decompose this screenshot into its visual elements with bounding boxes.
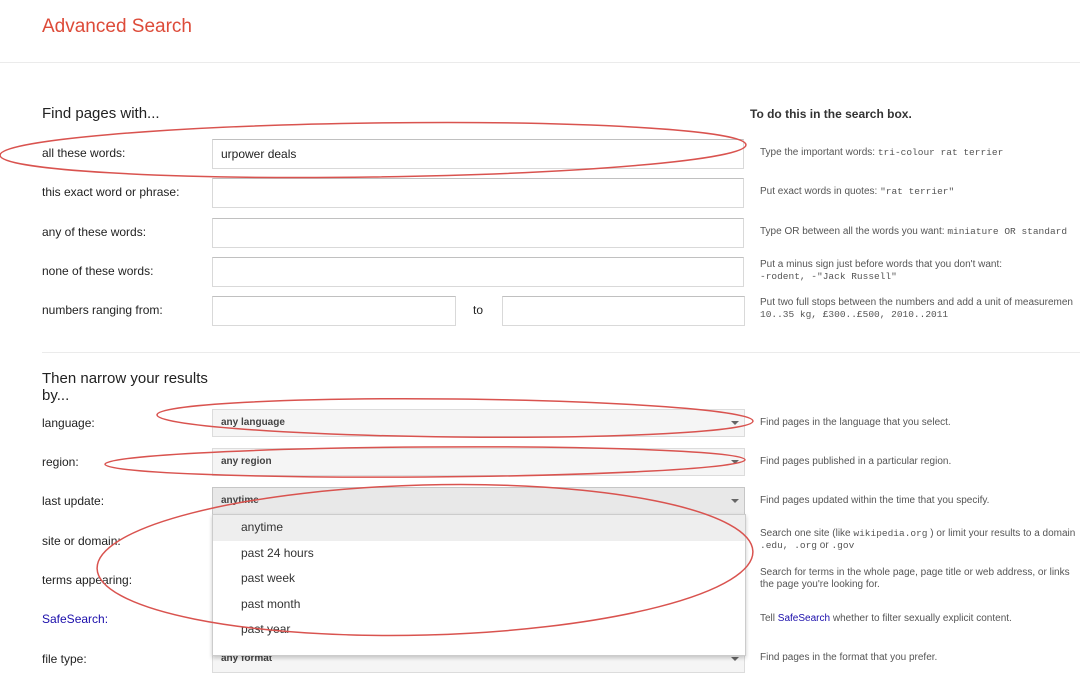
hint-heading: To do this in the search box. [750, 107, 912, 121]
site-domain-hint-text: Search one site (like [760, 528, 854, 539]
terms-appearing-hint-line1: Search for terms in the whole page, page… [760, 567, 1070, 578]
exact-phrase-hint-example: "rat terrier" [880, 186, 955, 197]
numbers-range-label: numbers ranging from: [42, 303, 163, 317]
language-select[interactable]: any language [212, 409, 745, 437]
site-domain-hint-gov: .gov [831, 540, 855, 551]
chevron-down-icon [731, 657, 739, 661]
numbers-from-input[interactable] [212, 296, 456, 326]
language-select-value: any language [221, 417, 285, 428]
all-words-hint-text: Type the important words: [760, 147, 878, 158]
safesearch-label[interactable]: SafeSearch: [42, 612, 108, 626]
all-words-hint-example: tri-colour rat terrier [877, 147, 1004, 158]
none-words-input[interactable] [212, 257, 744, 287]
dropdown-option-anytime[interactable]: anytime [213, 515, 745, 541]
site-domain-hint-rest: ) or limit your results to a domain [927, 528, 1076, 539]
none-words-label: none of these words: [42, 264, 154, 278]
page-title: Advanced Search [42, 16, 192, 37]
all-words-hint: Type the important words: tri-colour rat… [760, 147, 1003, 159]
site-domain-hint-example: wikipedia.org [853, 528, 928, 539]
numbers-to-label: to [473, 303, 484, 317]
language-label: language: [42, 416, 95, 430]
terms-appearing-label: terms appearing: [42, 573, 133, 587]
chevron-down-icon [731, 499, 739, 503]
narrow-section-heading: Then narrow your results by... [42, 370, 208, 404]
region-label: region: [42, 455, 79, 469]
site-domain-label: site or domain: [42, 534, 121, 548]
last-update-hint: Find pages updated within the time that … [760, 495, 990, 506]
last-update-dropdown: anytime past 24 hours past week past mon… [212, 514, 746, 656]
any-words-hint: Type OR between all the words you want: … [760, 226, 1067, 238]
numbers-range-hint-text: Put two full stops between the numbers a… [760, 297, 1073, 308]
all-words-input[interactable]: urpower deals [212, 139, 744, 169]
region-select-value: any region [221, 456, 272, 467]
site-domain-hint-or: or [817, 540, 832, 551]
none-words-hint: Put a minus sign just before words that … [760, 259, 1002, 283]
last-update-select-value: anytime [221, 495, 259, 506]
dropdown-option-past-24-hours[interactable]: past 24 hours [213, 541, 745, 567]
safesearch-hint-link[interactable]: SafeSearch [778, 613, 830, 624]
dropdown-option-past-year[interactable]: past year [213, 617, 745, 643]
dropdown-option-past-week[interactable]: past week [213, 566, 745, 592]
region-hint: Find pages published in a particular reg… [760, 456, 952, 467]
header-divider [0, 62, 1080, 63]
site-domain-hint: Search one site (like wikipedia.org ) or… [760, 528, 1075, 552]
exact-phrase-hint: Put exact words in quotes: "rat terrier" [760, 186, 954, 198]
safesearch-hint: Tell SafeSearch whether to filter sexual… [760, 613, 1012, 625]
any-words-label: any of these words: [42, 225, 147, 239]
any-words-hint-text: Type OR between all the words you want: [760, 226, 948, 237]
numbers-to-input[interactable] [502, 296, 745, 326]
file-type-hint: Find pages in the format that you prefer… [760, 652, 938, 663]
safesearch-hint-post: whether to filter sexually explicit cont… [830, 613, 1012, 624]
last-update-select[interactable]: anytime [212, 487, 745, 515]
terms-appearing-hint: Search for terms in the whole page, page… [760, 567, 1070, 591]
exact-phrase-input[interactable] [212, 178, 744, 208]
section-divider [42, 352, 1080, 353]
region-select[interactable]: any region [212, 448, 745, 476]
last-update-label: last update: [42, 494, 105, 508]
find-section-heading: Find pages with... [42, 105, 160, 122]
language-hint: Find pages in the language that you sele… [760, 417, 951, 428]
numbers-range-hint-example: 10..35 kg, £300..£500, 2010..2011 [760, 309, 949, 320]
any-words-hint-example: miniature OR standard [947, 226, 1068, 237]
none-words-hint-example: -rodent, -"Jack Russell" [760, 271, 897, 282]
all-words-label: all these words: [42, 146, 126, 160]
none-words-hint-text: Put a minus sign just before words that … [760, 259, 1003, 270]
any-words-input[interactable] [212, 218, 744, 248]
dropdown-option-past-month[interactable]: past month [213, 592, 745, 618]
terms-appearing-hint-line2: the page you're looking for. [760, 579, 880, 590]
site-domain-hint-edu-org: .edu, .org [760, 540, 818, 551]
exact-phrase-hint-text: Put exact words in quotes: [760, 186, 881, 197]
chevron-down-icon [731, 460, 739, 464]
chevron-down-icon [731, 421, 739, 425]
file-type-label: file type: [42, 652, 87, 666]
exact-phrase-label: this exact word or phrase: [42, 185, 180, 199]
safesearch-hint-pre: Tell [760, 613, 778, 624]
numbers-range-hint: Put two full stops between the numbers a… [760, 297, 1073, 321]
